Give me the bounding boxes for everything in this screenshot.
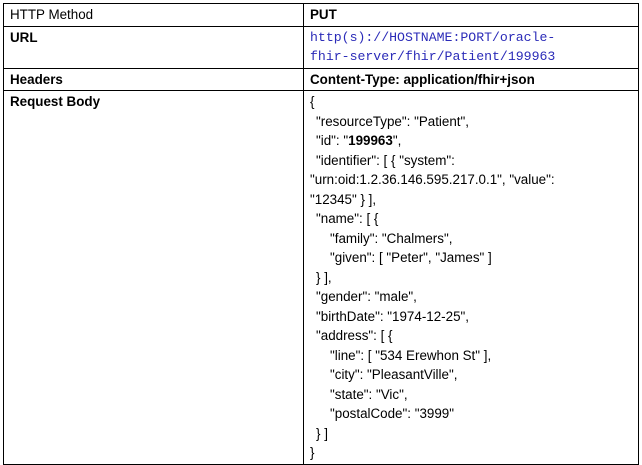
url-line-1: http(s)://HOSTNAME:PORT/oracle- xyxy=(310,29,556,45)
body-line: "gender": "male", xyxy=(316,289,417,304)
body-line: } xyxy=(310,445,315,460)
body-line: "state": "Vic", xyxy=(330,386,408,402)
body-line: "name": [ { xyxy=(316,211,379,226)
id-tail: ", xyxy=(392,133,402,148)
request-table: HTTP Method PUT URL http(s)://HOSTNAME:P… xyxy=(3,3,639,465)
method-value: PUT xyxy=(303,3,639,27)
body-line: "birthDate": "1974-12-25", xyxy=(316,308,470,324)
body-line: "resourceType": "Patient", xyxy=(316,113,469,129)
body-line: "city": "PleasantVille", xyxy=(330,367,458,382)
body-line: { xyxy=(310,94,315,109)
url-line-2: fhir-server/fhir/Patient/199963 xyxy=(310,49,556,64)
body-row: Request Body { "resourceType": "Patient"… xyxy=(3,90,639,465)
method-row: HTTP Method PUT xyxy=(3,3,639,27)
body-line: "line": [ "534 Erewhon St" ], xyxy=(330,347,492,363)
method-label: HTTP Method xyxy=(3,3,304,27)
headers-row: Headers Content-Type: application/fhir+j… xyxy=(3,67,639,91)
body-line: "identifier": [ { "system": xyxy=(316,152,455,168)
body-line: "address": [ { xyxy=(316,328,393,343)
body-value: { "resourceType": "Patient", "id": "1999… xyxy=(303,90,639,465)
body-line: "postalCode": "3999" xyxy=(330,406,454,421)
body-line: } ] xyxy=(316,425,328,441)
url-label: URL xyxy=(3,25,304,69)
body-line: } ], xyxy=(316,269,332,285)
url-row: URL http(s)://HOSTNAME:PORT/oracle- fhir… xyxy=(3,25,639,69)
body-line-id: "id": "199963", xyxy=(310,131,632,151)
id-key: "id": " xyxy=(316,133,349,148)
body-line: "family": "Chalmers", xyxy=(330,230,453,246)
headers-value: Content-Type: application/fhir+json xyxy=(303,67,639,91)
body-label: Request Body xyxy=(3,90,304,465)
body-line: "given": [ "Peter", "James" ] xyxy=(330,250,492,265)
headers-label: Headers xyxy=(3,67,304,91)
id-value: 199963 xyxy=(348,133,393,148)
body-line: "12345" } ], xyxy=(310,191,377,207)
url-value: http(s)://HOSTNAME:PORT/oracle- fhir-ser… xyxy=(303,25,639,69)
body-line: "urn:oid:1.2.36.146.595.217.0.1", "value… xyxy=(310,172,555,187)
